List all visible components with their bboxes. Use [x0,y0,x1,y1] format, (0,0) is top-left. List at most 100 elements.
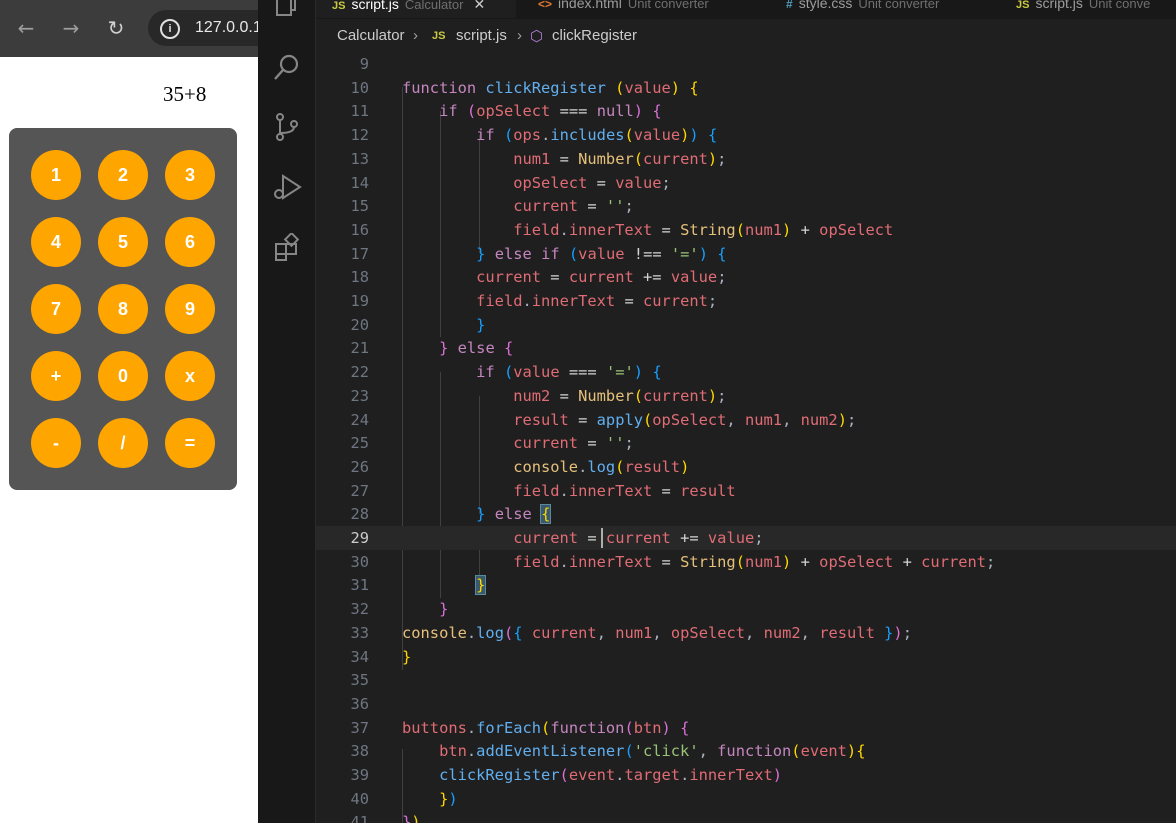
code-line: 18 current = current += value; [316,265,1176,289]
browser-toolbar: ← → ↻ i 127.0.0.1 [0,0,258,57]
breadcrumb-file[interactable]: script.js [456,27,507,44]
calc-button-plus[interactable]: + [31,351,81,401]
css-file-icon: # [786,0,793,11]
line-number: 24 [350,410,369,429]
code-line: 20 } [316,313,1176,337]
code-line: 39 clickRegister(event.target.innerText) [316,763,1176,787]
code-line: 11 if (opSelect === null) { [316,99,1176,123]
run-debug-icon[interactable] [272,172,302,202]
address-bar[interactable]: i 127.0.0.1 [148,10,258,46]
line-number: 16 [350,220,369,239]
calc-button-6[interactable]: 6 [165,217,215,267]
code-line: 21 } else { [316,336,1176,360]
explorer-icon[interactable] [272,0,302,18]
code-line: 37 buttons.forEach(function(btn) { [316,716,1176,740]
line-number: 20 [350,315,369,334]
code-line: 41}) [316,810,1176,823]
line-number: 36 [350,694,369,713]
code-line: 33 console.log({ current, num1, opSelect,… [316,621,1176,645]
line-number: 39 [350,766,369,784]
line-number: 10 [350,78,369,97]
tab-filename: script.js [1035,0,1083,11]
calc-button-equals[interactable]: = [165,418,215,468]
line-number: 17 [350,244,369,263]
code-line: 35 [316,668,1176,692]
chevron-right-icon: › [517,27,522,44]
breadcrumb: Calculator › JS script.js › ⬡ clickRegis… [316,19,1176,49]
code-line: 25 current = ''; [316,431,1176,455]
line-number: 34 [350,647,369,666]
html-file-icon: <> [538,0,553,11]
calc-button-1[interactable]: 1 [31,150,81,200]
line-number: 19 [350,292,369,310]
code-editor[interactable]: 9 10 function clickRegister (value) { 11 … [316,52,1176,823]
url-text[interactable]: 127.0.0.1 [195,19,258,37]
line-number: 32 [350,600,369,619]
line-number: 38 [350,742,369,761]
code-line: 17 } else if (value !== '=') { [316,242,1176,266]
code-line: 15 current = ''; [316,194,1176,218]
line-number: 13 [350,149,369,168]
calc-button-4[interactable]: 4 [31,217,81,267]
calc-button-5[interactable]: 5 [98,217,148,267]
code-line: 23 num2 = Number(current); [316,384,1176,408]
tab-filename: index.html [558,0,622,11]
code-line: 9 [316,52,1176,76]
extensions-icon[interactable] [272,233,302,263]
tab-script-js-unit-converter[interactable]: JS script.js Unit conve [1016,0,1150,18]
code-line: 19 field.innerText = current; [316,289,1176,313]
tab-description: Calculator [404,0,464,12]
chevron-right-icon: › [413,27,418,44]
code-line: 32 } [316,597,1176,621]
breadcrumb-symbol[interactable]: clickRegister [552,27,637,44]
tab-index-html-unit-converter[interactable]: <> index.html Unit converter [538,0,709,18]
reload-icon[interactable]: ↻ [102,14,130,42]
code-line: 24 result = apply(opSelect, num1, num2); [316,408,1176,432]
line-number: 40 [350,789,369,808]
line-number: 33 [350,623,369,642]
code-line: 31 } [316,573,1176,597]
calculator-keypad: 1 2 3 4 5 6 7 8 9 + 0 x - / = [9,128,237,490]
calc-button-9[interactable]: 9 [165,284,215,334]
code-line: 10 function clickRegister (value) { [316,76,1176,100]
tab-script-js-calculator[interactable]: JS script.js Calculator ✕ [316,0,516,18]
code-line: 34} [316,645,1176,669]
line-number: 25 [350,434,369,453]
close-tab-icon[interactable]: ✕ [473,0,485,12]
calc-button-8[interactable]: 8 [98,284,148,334]
line-number: 23 [350,386,369,405]
calc-button-2[interactable]: 2 [98,150,148,200]
javascript-file-icon: JS [1016,0,1030,11]
tab-style-css-unit-converter[interactable]: # style.css Unit converter [786,0,939,18]
code-line: 28 } else { [316,502,1176,526]
tab-description: Unit conve [1088,0,1151,11]
code-line: 16 field.innerText = String(num1) + opSe… [316,218,1176,242]
line-number: 35 [350,671,369,690]
line-number: 14 [350,173,369,192]
line-number: 26 [350,457,369,476]
line-number: 12 [350,126,369,145]
calc-button-multiply[interactable]: x [165,351,215,401]
back-arrow-icon[interactable]: ← [12,14,40,42]
code-line: 30 field.innerText = String(num1) + opSe… [316,550,1176,574]
code-editor-window: JS script.js Calculator ✕ <> index.html Unit … [258,0,1176,823]
javascript-file-icon: JS [332,0,346,12]
calc-button-3[interactable]: 3 [165,150,215,200]
symbol-method-icon: ⬡ [530,28,544,45]
calc-button-7[interactable]: 7 [31,284,81,334]
line-number: 41 [350,813,369,823]
site-info-icon[interactable]: i [160,19,180,39]
breadcrumb-folder[interactable]: Calculator [337,27,405,44]
search-icon[interactable] [272,52,302,82]
code-line: 26 console.log(result) [316,455,1176,479]
tab-filename: style.css [798,0,853,11]
calc-button-divide[interactable]: / [98,418,148,468]
code-line: 40 }) [316,787,1176,811]
code-line: 38 btn.addEventListener('click', functio… [316,739,1176,763]
source-control-icon[interactable] [272,112,302,142]
text-cursor [601,528,603,548]
calc-button-0[interactable]: 0 [98,351,148,401]
code-line-current: 29 current = current += value; [316,526,1176,550]
forward-arrow-icon[interactable]: → [57,14,85,42]
calc-button-minus[interactable]: - [31,418,81,468]
